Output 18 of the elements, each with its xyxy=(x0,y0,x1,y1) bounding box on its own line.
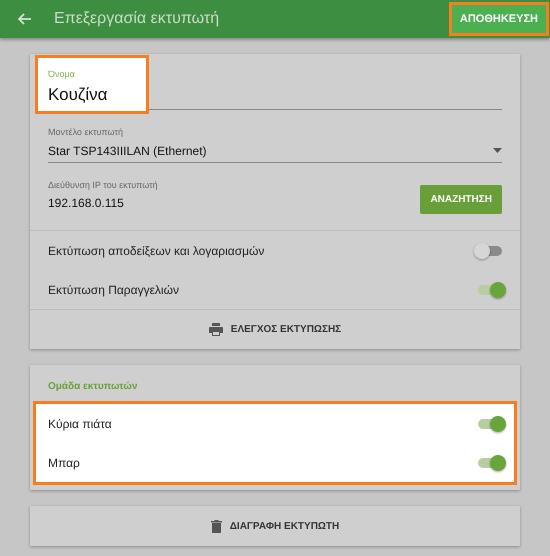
section-title: Ομάδα εκτυπωτών xyxy=(47,380,138,394)
toggle-label: Κύρια πιάτα xyxy=(48,416,112,432)
name-field[interactable]: Όνομα Κουζίνα xyxy=(38,58,146,111)
printer-icon xyxy=(208,323,223,336)
back-icon[interactable] xyxy=(18,13,32,25)
toggle-label: Εκτύπωση αποδείξεων και λογαριασμών xyxy=(48,242,264,260)
dropdown-caret-icon xyxy=(493,148,502,153)
field-label: Μοντέλο εκτυπωτή xyxy=(48,126,124,139)
trash-icon xyxy=(210,520,222,532)
screen-title: Επεξεργασία εκτυπωτή xyxy=(54,9,220,29)
test-print-button[interactable]: ΕΛΕΓΧΟΣ ΕΚΤΥΠΩΣΗΣ xyxy=(30,309,520,349)
toggle-label: Μπαρ xyxy=(48,454,80,472)
model-dropdown[interactable]: Star TSP143IIILAN (Ethernet) xyxy=(48,140,502,162)
delete-button[interactable]: ΔΙΑΓΡΑΦΗ ΕΚΤΥΠΩΤΗ xyxy=(30,506,520,546)
ip-field[interactable]: 192.168.0.115 xyxy=(48,192,396,214)
toggle-label: Εκτύπωση Παραγγελιών xyxy=(48,282,179,298)
field-label: Διεύθυνση IP του εκτυπωτή xyxy=(48,178,159,192)
field-label: Όνομα xyxy=(48,68,76,81)
